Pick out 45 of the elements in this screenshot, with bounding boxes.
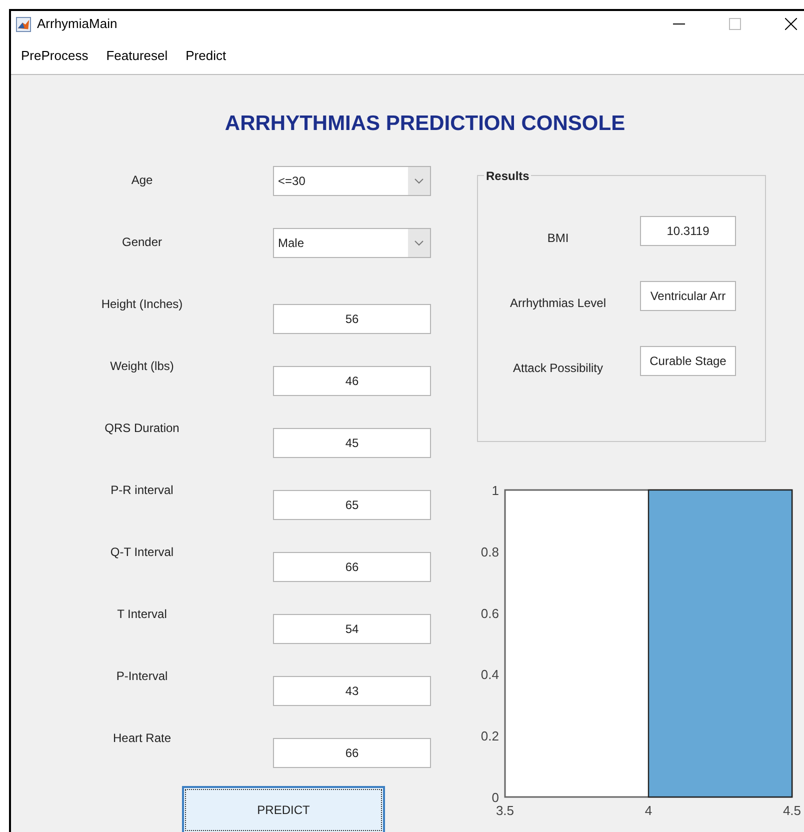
result-field[interactable]: Curable Stage <box>640 346 736 376</box>
y-tick-label: 0.8 <box>480 544 499 559</box>
result-field[interactable]: Ventricular Arr <box>640 280 736 310</box>
result-label: Attack Possibility <box>512 360 604 376</box>
field-label: P-Interval <box>115 668 169 684</box>
result-field[interactable]: 10.3119 <box>640 216 736 246</box>
y-tick-label: 0.4 <box>480 666 499 682</box>
chevron-down-icon <box>414 240 424 246</box>
field-label: Weight (lbs) <box>109 358 175 374</box>
field-label: Heart Rate <box>112 730 172 746</box>
field-label: Age <box>130 172 154 188</box>
x-tick-label: 4.5 <box>782 802 802 818</box>
dropdown[interactable]: Male <box>273 228 431 258</box>
x-tick-label: 4 <box>644 802 652 818</box>
close-icon[interactable] <box>785 18 797 30</box>
y-tick-label: 0.6 <box>480 605 499 620</box>
menu-item[interactable]: PreProcess <box>21 46 88 66</box>
field-label: T Interval <box>116 606 168 622</box>
input-field[interactable]: 54 <box>273 614 431 644</box>
field-label: P-R interval <box>110 482 174 498</box>
menu-item[interactable]: Predict <box>186 46 226 66</box>
field-label: Height (Inches) <box>100 296 184 312</box>
field-label: Q-T Interval <box>109 544 175 560</box>
result-label: BMI <box>546 230 570 246</box>
result-label: Arrhythmias Level <box>508 294 608 312</box>
chevron-down-icon <box>414 178 424 184</box>
console-heading: ARRHYTHMIAS PREDICTION CONSOLE <box>224 111 626 137</box>
input-field[interactable]: 66 <box>273 738 431 768</box>
menu-item[interactable]: Featuresel <box>106 46 168 66</box>
app-logo-icon <box>16 16 31 32</box>
field-label: Gender <box>120 234 164 250</box>
input-field[interactable]: 66 <box>273 552 431 582</box>
input-field[interactable]: 45 <box>273 428 431 458</box>
input-field[interactable]: 46 <box>273 366 431 396</box>
field-label: QRS Duration <box>104 420 180 436</box>
input-field[interactable]: 56 <box>273 304 431 334</box>
y-tick-label: 0 <box>492 790 499 804</box>
dropdown[interactable]: <=30 <box>273 166 431 196</box>
window-title: ArrhymiaMain <box>37 15 118 34</box>
x-tick-label: 3.5 <box>496 802 514 818</box>
y-tick-label: 0.2 <box>480 728 499 744</box>
y-tick-label: 1 <box>492 482 499 498</box>
input-field[interactable]: 65 <box>273 490 431 520</box>
input-field[interactable]: 43 <box>273 676 431 706</box>
predict-button[interactable]: PREDICT <box>182 786 385 832</box>
